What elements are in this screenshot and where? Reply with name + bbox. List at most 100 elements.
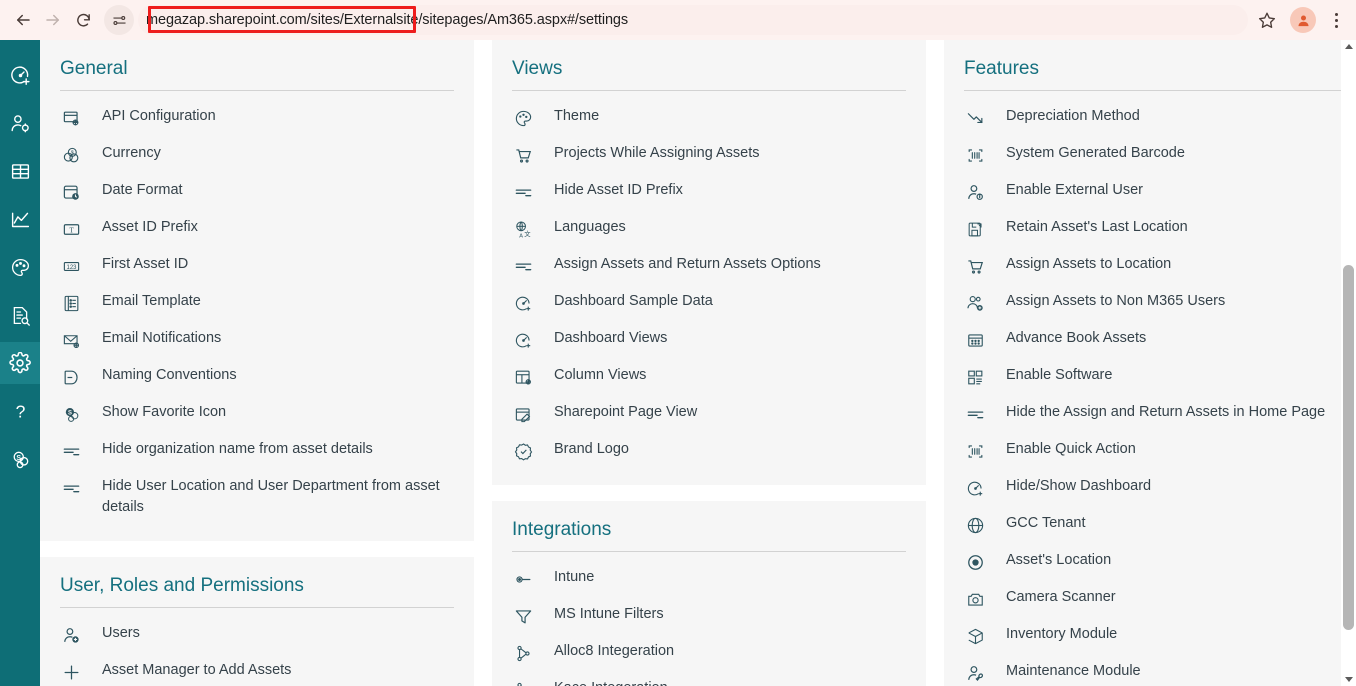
browser-menu-button[interactable] xyxy=(1324,5,1348,35)
sidebar-item-table[interactable] xyxy=(0,150,40,192)
box-package-icon xyxy=(964,625,986,647)
menu-item-enable-external-user[interactable]: Enable External User xyxy=(964,173,1354,210)
page-scrollbar[interactable] xyxy=(1341,40,1356,686)
menu-item-assign-return-assets-options[interactable]: Assign Assets and Return Assets Options xyxy=(512,247,906,284)
menu-item-asset-id-prefix[interactable]: T Asset ID Prefix xyxy=(60,210,454,247)
menu-item-camera-scanner[interactable]: Camera Scanner xyxy=(964,580,1354,617)
sidebar-item-user-settings[interactable] xyxy=(0,102,40,144)
section-title: User, Roles and Permissions xyxy=(60,575,304,596)
menu-item-enable-software[interactable]: Enable Software xyxy=(964,358,1354,395)
menu-item-retain-assets-last-location[interactable]: Retain Asset's Last Location xyxy=(964,210,1354,247)
menu-item-label: API Configuration xyxy=(102,108,216,124)
menu-item-intune[interactable]: Intune xyxy=(512,560,906,597)
menu-item-date-format[interactable]: Date Format xyxy=(60,173,454,210)
menu-item-assets-location[interactable]: Asset's Location xyxy=(964,543,1354,580)
url-text: megazap.sharepoint.com/sites/Externalsit… xyxy=(146,12,629,28)
forward-button[interactable] xyxy=(38,5,68,35)
trend-down-icon xyxy=(964,107,986,129)
menu-item-email-notifications[interactable]: Email Notifications xyxy=(60,321,454,358)
menu-item-system-generated-barcode[interactable]: System Generated Barcode xyxy=(964,136,1354,173)
menu-item-label: Inventory Module xyxy=(1006,626,1118,642)
address-bar[interactable]: megazap.sharepoint.com/sites/Externalsit… xyxy=(138,5,1248,35)
menu-item-advance-book-assets[interactable]: Advance Book Assets xyxy=(964,321,1354,358)
menu-item-label: First Asset ID xyxy=(102,256,189,272)
menu-item-gcc-tenant[interactable]: GCC Tenant xyxy=(964,506,1354,543)
menu-item-label: Hide User Location and User Department f… xyxy=(102,478,440,515)
menu-item-label: Theme xyxy=(554,108,600,124)
menu-item-hide-assign-return-home-page[interactable]: Hide the Assign and Return Assets in Hom… xyxy=(964,395,1354,432)
section-divider xyxy=(964,90,1354,91)
menu-item-label: Dashboard Views xyxy=(554,330,668,346)
users-add-icon xyxy=(964,292,986,314)
menu-item-users[interactable]: Users xyxy=(60,616,454,653)
sidebar-item-settings[interactable] xyxy=(0,342,40,384)
profile-button[interactable] xyxy=(1290,7,1316,33)
menu-item-email-template[interactable]: Email Template xyxy=(60,284,454,321)
menu-item-label: Assign Assets to Location xyxy=(1006,256,1172,272)
sidebar-item-analytics[interactable] xyxy=(0,198,40,240)
scroll-up-arrow-icon[interactable] xyxy=(1345,44,1353,49)
barcode-scan-icon xyxy=(964,144,986,166)
dashboard-add-icon xyxy=(964,477,986,499)
branch-node-icon xyxy=(512,679,534,686)
hide-lines-icon xyxy=(512,255,534,277)
menu-item-asset-manager-add-assets[interactable]: Asset Manager to Add Assets xyxy=(60,653,454,686)
menu-item-hide-asset-id-prefix[interactable]: Hide Asset ID Prefix xyxy=(512,173,906,210)
menu-item-label: System Generated Barcode xyxy=(1006,145,1185,161)
camera-icon xyxy=(964,588,986,610)
menu-item-alloc8-integeration[interactable]: Alloc8 Integeration xyxy=(512,634,906,671)
scrollbar-thumb[interactable] xyxy=(1343,265,1354,630)
menu-item-naming-conventions[interactable]: Naming Conventions xyxy=(60,358,454,395)
menu-item-currency[interactable]: $ Currency xyxy=(60,136,454,173)
hide-lines-icon xyxy=(60,477,82,499)
badge-check-icon xyxy=(512,440,534,462)
sidebar-item-sharepoint[interactable]: S xyxy=(0,438,40,480)
menu-item-dashboard-sample-data[interactable]: Dashboard Sample Data xyxy=(512,284,906,321)
scroll-down-arrow-icon[interactable] xyxy=(1345,677,1353,682)
analytics-chart-icon xyxy=(11,212,29,227)
palette-theme-icon xyxy=(512,107,534,129)
menu-item-first-asset-id[interactable]: 123 First Asset ID xyxy=(60,247,454,284)
menu-item-assign-assets-to-non-m365-users[interactable]: Assign Assets to Non M365 Users xyxy=(964,284,1354,321)
menu-item-label: Asset Manager to Add Assets xyxy=(102,662,292,678)
menu-item-api-configuration[interactable]: API Configuration xyxy=(60,99,454,136)
menu-item-kace-integeration[interactable]: Kace Integeration xyxy=(512,671,906,686)
menu-item-column-views[interactable]: Column Views xyxy=(512,358,906,395)
bookmark-button[interactable] xyxy=(1252,5,1282,35)
email-settings-icon xyxy=(60,329,82,351)
sidebar-item-dashboard[interactable] xyxy=(0,54,40,96)
barcode-scan-icon xyxy=(964,440,986,462)
svg-text:文: 文 xyxy=(524,228,531,237)
menu-item-languages[interactable]: A文 Languages xyxy=(512,210,906,247)
back-button[interactable] xyxy=(8,5,38,35)
site-information-button[interactable] xyxy=(104,5,134,35)
menu-item-label: Users xyxy=(102,625,140,641)
sidebar-item-reports[interactable] xyxy=(0,294,40,336)
menu-item-projects-while-assigning-assets[interactable]: Projects While Assigning Assets xyxy=(512,136,906,173)
menu-item-dashboard-views[interactable]: Dashboard Views xyxy=(512,321,906,358)
menu-item-hide-user-location-department[interactable]: Hide User Location and User Department f… xyxy=(60,469,454,525)
menu-item-hide-organization-name[interactable]: Hide organization name from asset detail… xyxy=(60,432,454,469)
svg-text:A: A xyxy=(519,233,523,239)
svg-text:?: ? xyxy=(15,401,25,421)
menu-item-hide-show-dashboard[interactable]: Hide/Show Dashboard xyxy=(964,469,1354,506)
currency-coins-icon: $ xyxy=(60,144,82,166)
menu-item-sharepoint-page-view[interactable]: Sharepoint Page View xyxy=(512,395,906,432)
menu-item-show-favorite-icon[interactable]: S Show Favorite Icon xyxy=(60,395,454,432)
menu-item-maintenance-module[interactable]: Maintenance Module xyxy=(964,654,1354,686)
section-title: Features xyxy=(964,58,1039,79)
menu-item-inventory-module[interactable]: Inventory Module xyxy=(964,617,1354,654)
reload-button[interactable] xyxy=(68,5,98,35)
sidebar-item-theme[interactable] xyxy=(0,246,40,288)
menu-item-enable-quick-action[interactable]: Enable Quick Action xyxy=(964,432,1354,469)
menu-item-assign-assets-to-location[interactable]: Assign Assets to Location xyxy=(964,247,1354,284)
menu-item-label: MS Intune Filters xyxy=(554,606,664,622)
menu-item-ms-intune-filters[interactable]: MS Intune Filters xyxy=(512,597,906,634)
plus-icon xyxy=(60,661,82,683)
menu-item-brand-logo[interactable]: Brand Logo xyxy=(512,432,906,469)
section-integrations: Integrations Intune MS Intune Filters Al… xyxy=(492,501,926,686)
menu-item-theme[interactable]: Theme xyxy=(512,99,906,136)
menu-item-depreciation-method[interactable]: Depreciation Method xyxy=(964,99,1354,136)
menu-item-label: Hide/Show Dashboard xyxy=(1006,478,1152,494)
sidebar-item-help[interactable]: ? xyxy=(0,390,40,432)
